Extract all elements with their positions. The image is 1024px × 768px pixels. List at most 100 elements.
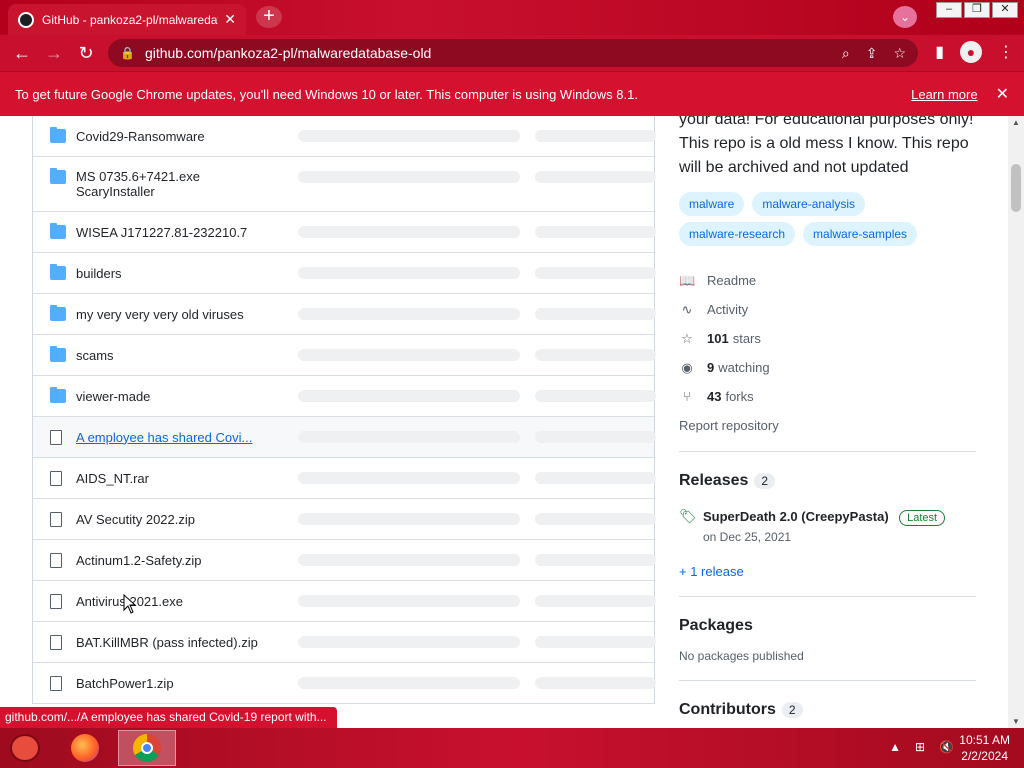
file-name[interactable]: viewer-made <box>76 389 286 404</box>
releases-count: 2 <box>754 473 776 489</box>
topic-tag[interactable]: malware-research <box>679 222 796 246</box>
readme-link[interactable]: 📖 Readme <box>679 266 976 295</box>
share-icon[interactable]: ⇪ <box>866 45 878 62</box>
scroll-up-icon[interactable]: ▲ <box>1008 118 1024 127</box>
file-row[interactable]: Covid29-Ransomware <box>33 116 656 157</box>
contributors-heading[interactable]: Contributors 2 <box>679 701 976 719</box>
network-icon[interactable]: ⊞ <box>915 740 925 754</box>
file-name[interactable]: BAT.KillMBR (pass infected).zip <box>76 635 286 650</box>
maximize-button[interactable]: ❐ <box>964 2 990 18</box>
watching-link[interactable]: ◉ 9 watching <box>679 353 976 382</box>
infobar-close-icon[interactable]: ✕ <box>996 84 1009 104</box>
packages-empty-text: No packages published <box>679 649 804 663</box>
file-name[interactable]: Actinum1.2-Safety.zip <box>76 553 286 568</box>
releases-heading[interactable]: Releases 2 <box>679 472 976 490</box>
fork-icon: ⑂ <box>683 389 691 404</box>
file-name[interactable]: scams <box>76 348 286 363</box>
commit-message-placeholder <box>298 431 520 443</box>
file-row[interactable]: scams <box>33 335 656 376</box>
release-name[interactable]: SuperDeath 2.0 (CreepyPasta) <box>703 509 889 524</box>
file-row[interactable]: BatchPower1.zip <box>33 663 656 704</box>
commit-message-placeholder <box>298 226 520 238</box>
address-bar[interactable]: 🔒 github.com/pankoza2-pl/malwaredatabase… <box>108 39 918 67</box>
activity-link[interactable]: ∿ Activity <box>679 295 976 324</box>
file-row[interactable]: viewer-made <box>33 376 656 417</box>
folder-icon <box>50 264 66 280</box>
menu-kebab-icon[interactable]: ⋮ <box>998 42 1014 62</box>
watching-count: 9 <box>707 360 715 375</box>
topic-list: malware malware-analysis malware-researc… <box>679 192 976 246</box>
new-tab-button[interactable]: + <box>256 6 282 28</box>
forks-link[interactable]: ⑂ 43 forks <box>679 382 976 411</box>
packages-heading[interactable]: Packages <box>679 617 976 635</box>
topic-tag[interactable]: malware-samples <box>803 222 918 246</box>
page-scrollbar[interactable]: ▲ ▼ <box>1008 116 1024 728</box>
file-name[interactable]: builders <box>76 266 286 281</box>
tab-close-icon[interactable]: ✕ <box>224 11 236 28</box>
system-clock[interactable]: 10:51 AM 2/2/2024 <box>959 732 1010 764</box>
lock-icon[interactable]: 🔒 <box>120 46 135 60</box>
scroll-thumb[interactable] <box>1011 164 1021 212</box>
reload-button[interactable]: ↻ <box>70 43 102 64</box>
file-name[interactable]: AV Secutity 2022.zip <box>76 512 286 527</box>
start-button-icon[interactable] <box>10 734 40 762</box>
tag-icon: 🏷 <box>679 508 697 524</box>
file-name[interactable]: Antivirus 2021.exe <box>76 594 286 609</box>
file-row[interactable]: AV Secutity 2022.zip <box>33 499 656 540</box>
windows-taskbar: ▲ ⊞ 🔇 10:51 AM 2/2/2024 <box>0 728 1024 768</box>
profile-avatar[interactable]: ● <box>960 41 982 63</box>
learn-more-link[interactable]: Learn more <box>911 87 977 102</box>
folder-icon <box>50 168 66 184</box>
taskbar-chrome[interactable] <box>118 730 176 766</box>
file-name[interactable]: Covid29-Ransomware <box>76 129 286 144</box>
back-button[interactable]: ← <box>6 43 38 64</box>
zoom-icon[interactable]: ⌕ <box>842 45 850 62</box>
tab-search-icon[interactable]: ⌄ <box>893 6 917 28</box>
stars-link[interactable]: ☆ 101 stars <box>679 324 976 353</box>
file-name[interactable]: my very very very old viruses <box>76 307 286 322</box>
watching-label: watching <box>718 360 770 375</box>
commit-date-placeholder <box>535 267 656 279</box>
tray-chevron-icon[interactable]: ▲ <box>889 740 901 754</box>
topic-tag[interactable]: malware-analysis <box>752 192 866 216</box>
file-row[interactable]: Actinum1.2-Safety.zip <box>33 540 656 581</box>
minimize-button[interactable]: – <box>936 2 962 18</box>
file-row[interactable]: A employee has shared Covi... <box>33 417 656 458</box>
file-row[interactable]: builders <box>33 253 656 294</box>
file-name[interactable]: AIDS_NT.rar <box>76 471 286 486</box>
file-name[interactable]: WISEA J171227.81-232210.7 <box>76 225 286 240</box>
more-releases-link[interactable]: + 1 release <box>679 564 976 579</box>
file-row[interactable]: BAT.KillMBR (pass infected).zip <box>33 622 656 663</box>
commit-message-placeholder <box>298 171 520 183</box>
url-text: github.com/pankoza2-pl/malwaredatabase-o… <box>144 45 432 61</box>
commit-message-placeholder <box>298 349 520 361</box>
taskbar-firefox[interactable] <box>56 730 114 766</box>
file-name[interactable]: MS 0735.6+7421.exe ScaryInstaller <box>76 169 216 199</box>
contributors-count: 2 <box>781 702 803 718</box>
commit-date-placeholder <box>535 226 656 238</box>
commit-message-placeholder <box>298 130 520 142</box>
file-row[interactable]: AIDS_NT.rar <box>33 458 656 499</box>
forward-button[interactable]: → <box>38 43 70 64</box>
folder-icon <box>50 127 66 143</box>
file-icon <box>50 675 62 691</box>
file-row[interactable]: WISEA J171227.81-232210.7 <box>33 212 656 253</box>
file-row[interactable]: MS 0735.6+7421.exe ScaryInstaller <box>33 157 656 212</box>
commit-date-placeholder <box>535 171 656 183</box>
close-window-button[interactable]: ✕ <box>992 2 1018 18</box>
commit-message-placeholder <box>298 390 520 402</box>
firefox-icon <box>71 734 99 762</box>
volume-muted-icon[interactable]: 🔇 <box>939 740 954 754</box>
folder-icon <box>50 305 66 321</box>
side-panel-icon[interactable]: ▮ <box>935 42 944 62</box>
file-row[interactable]: my very very very old viruses <box>33 294 656 335</box>
tab-github[interactable]: GitHub - pankoza2-pl/malwaredatabase-old… <box>8 4 246 35</box>
file-name[interactable]: BatchPower1.zip <box>76 676 286 691</box>
file-name[interactable]: A employee has shared Covi... <box>76 430 286 445</box>
report-repository-link[interactable]: Report repository <box>679 411 976 440</box>
scroll-down-icon[interactable]: ▼ <box>1008 717 1024 726</box>
latest-release[interactable]: 🏷 SuperDeath 2.0 (CreepyPasta) Latest on… <box>679 508 976 544</box>
window-controls: – ❐ ✕ <box>936 2 1018 18</box>
bookmark-star-icon[interactable]: ☆ <box>893 45 906 62</box>
topic-tag[interactable]: malware <box>679 192 745 216</box>
